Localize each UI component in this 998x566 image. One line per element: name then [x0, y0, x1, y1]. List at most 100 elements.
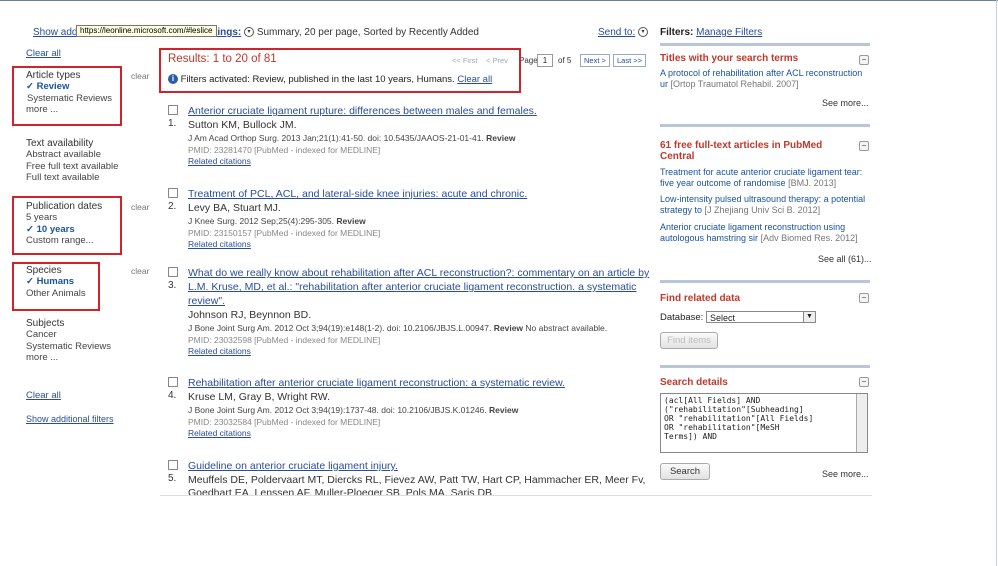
result-title-link[interactable]: Rehabilitation after anterior cruciate l…: [188, 376, 658, 390]
display-summary: Summary, 20 per page, Sorted by Recently…: [256, 27, 479, 38]
highlight-box-publication-dates: [12, 196, 122, 255]
result-pmid: PMID: 23281470 [PubMed - indexed for MED…: [188, 145, 381, 155]
result-number: 2.: [168, 201, 177, 212]
panel-divider: [660, 43, 870, 46]
clear-all-bottom-link[interactable]: Clear all: [26, 390, 61, 401]
result-checkbox[interactable]: [168, 267, 178, 277]
titles-heading: Titles with your search terms: [660, 53, 799, 64]
facet-item-cancer[interactable]: Cancer: [26, 329, 111, 341]
clear-publication-dates[interactable]: clear: [131, 202, 149, 212]
result-number: 5.: [168, 473, 177, 484]
result-title-link[interactable]: What do we really know about rehabilitat…: [188, 266, 658, 308]
result-checkbox[interactable]: [168, 105, 178, 115]
related-citations-link[interactable]: Related citations: [188, 428, 251, 438]
facet-text-availability: Text availability Abstract available Fre…: [26, 138, 118, 184]
highlight-box-article-types: [12, 66, 122, 126]
result-item-2: 2. Treatment of PCL, ACL, and lateral-si…: [168, 187, 658, 257]
result-item-4: 4. Rehabilitation after anterior cruciat…: [168, 376, 658, 446]
facet-item-full-text[interactable]: Full text available: [26, 172, 118, 184]
database-label: Database:: [660, 312, 704, 323]
result-pmid: PMID: 23150157 [PubMed - indexed for MED…: [188, 228, 381, 238]
result-journal: J Bone Joint Surg Am. 2012 Oct 3;94(19):…: [188, 323, 608, 333]
collapse-toggle-icon[interactable]: −: [859, 141, 869, 151]
free-articles-heading-cont: Central: [660, 151, 695, 162]
free-article-link[interactable]: Treatment for acute anterior cruciate li…: [660, 167, 870, 189]
search-button[interactable]: Search: [660, 463, 710, 480]
result-checkbox[interactable]: [168, 188, 178, 198]
find-items-button[interactable]: Find items: [660, 332, 718, 349]
panel-divider: [660, 280, 870, 283]
content-bottom-divider: [160, 495, 872, 496]
show-additional-filters-link[interactable]: Show additional filters: [26, 414, 114, 424]
see-more-link[interactable]: See more...: [822, 98, 869, 108]
send-to-chevron-icon[interactable]: ▾: [638, 27, 649, 38]
facet-more-link[interactable]: more ...: [26, 352, 111, 364]
result-authors: Levy BA, Stuart MJ.: [188, 202, 281, 214]
result-authors: Meuffels DE, Poldervaart MT, Diercks RL,…: [188, 474, 646, 486]
clear-all-top-link[interactable]: Clear all: [26, 48, 61, 59]
filters-label: Filters:: [660, 27, 694, 38]
free-articles-heading: 61 free full-text articles in PubMed: [660, 140, 823, 151]
facet-item-systematic-reviews[interactable]: Systematic Reviews: [26, 341, 111, 353]
chevron-down-icon[interactable]: ▾: [244, 27, 255, 38]
result-journal: J Am Acad Orthop Surg. 2013 Jan;21(1):41…: [188, 133, 516, 143]
collapse-toggle-icon[interactable]: −: [859, 293, 869, 303]
result-journal: J Bone Joint Surg Am. 2012 Oct 3;94(19):…: [188, 405, 519, 415]
free-article-link[interactable]: Anterior cruciate ligament reconstructio…: [660, 222, 870, 244]
facet-heading: Text availability: [26, 138, 94, 149]
see-more-link[interactable]: See more...: [822, 469, 869, 479]
clear-article-types[interactable]: clear: [131, 71, 149, 81]
page-number-input[interactable]: 1: [537, 54, 553, 67]
related-citations-link[interactable]: Related citations: [188, 156, 251, 166]
facet-item-abstract[interactable]: Abstract available: [26, 149, 118, 161]
pager-last[interactable]: Last >>: [613, 54, 647, 67]
panel-divider: [660, 365, 870, 368]
result-authors: Kruse LM, Gray B, Wright RW.: [188, 391, 330, 403]
database-select[interactable]: Select ▼: [706, 311, 816, 323]
related-citations-link[interactable]: Related citations: [188, 239, 251, 249]
result-number: 1.: [168, 118, 177, 129]
send-to-link[interactable]: Send to:: [598, 27, 635, 38]
facet-item-free-full-text[interactable]: Free full text available: [26, 161, 118, 173]
result-authors: Johnson RJ, Beynnon BD.: [188, 309, 312, 321]
send-to-control[interactable]: Send to: ▾: [598, 27, 649, 38]
free-article-link[interactable]: Low-intensity pulsed ultrasound therapy:…: [660, 194, 870, 216]
see-all-link[interactable]: See all (61)...: [818, 254, 872, 264]
search-details-textarea[interactable]: (acl[All Fields] AND ("rehabilitation"[S…: [660, 393, 868, 453]
page-total: of 5: [558, 56, 572, 65]
related-citations-link[interactable]: Related citations: [188, 346, 251, 356]
manage-filters-link[interactable]: Manage Filters: [696, 27, 762, 38]
result-item-5: 5. Guideline on anterior cruciate ligame…: [168, 459, 658, 496]
scrollbar[interactable]: [856, 394, 867, 452]
result-pmid: PMID: 23032598 [PubMed - indexed for MED…: [188, 335, 381, 345]
result-title-link[interactable]: Guideline on anterior cruciate ligament …: [188, 459, 658, 473]
result-item-3: 3. What do we really know about rehabili…: [168, 266, 658, 366]
result-number: 3.: [168, 280, 177, 291]
collapse-toggle-icon[interactable]: −: [859, 377, 869, 387]
result-pmid: PMID: 23032584 [PubMed - indexed for MED…: [188, 417, 381, 427]
window-top-border: [0, 0, 998, 1]
collapse-toggle-icon[interactable]: −: [859, 55, 869, 65]
clear-species[interactable]: clear: [131, 266, 149, 276]
page-label: Page: [519, 56, 538, 65]
related-data-heading: Find related data: [660, 293, 741, 304]
pager-next[interactable]: Next >: [580, 54, 610, 67]
highlight-box-results: [159, 48, 521, 93]
result-title-link[interactable]: Treatment of PCL, ACL, and lateral-side …: [188, 187, 658, 201]
chevron-down-icon[interactable]: ▼: [803, 312, 815, 322]
facet-subjects: Subjects Cancer Systematic Reviews more …: [26, 318, 111, 364]
window-right-border: [996, 0, 997, 566]
facet-heading: Subjects: [26, 318, 65, 329]
result-item-1: 1. Anterior cruciate ligament rupture: d…: [168, 104, 658, 174]
result-checkbox[interactable]: [168, 377, 178, 387]
result-title-link[interactable]: Anterior cruciate ligament rupture: diff…: [188, 104, 658, 118]
result-number: 4.: [168, 390, 177, 401]
url-tooltip: https://leonline.microsoft.com/#leslice: [76, 25, 217, 37]
result-authors: Sutton KM, Bullock JM.: [188, 119, 297, 131]
filters-header: Filters: Manage Filters: [660, 27, 762, 38]
highlight-box-species: [12, 262, 100, 311]
titles-item-link[interactable]: A protocol of rehabilitation after ACL r…: [660, 68, 870, 90]
result-checkbox[interactable]: [168, 460, 178, 470]
panel-divider: [660, 124, 870, 127]
search-details-heading: Search details: [660, 377, 728, 388]
